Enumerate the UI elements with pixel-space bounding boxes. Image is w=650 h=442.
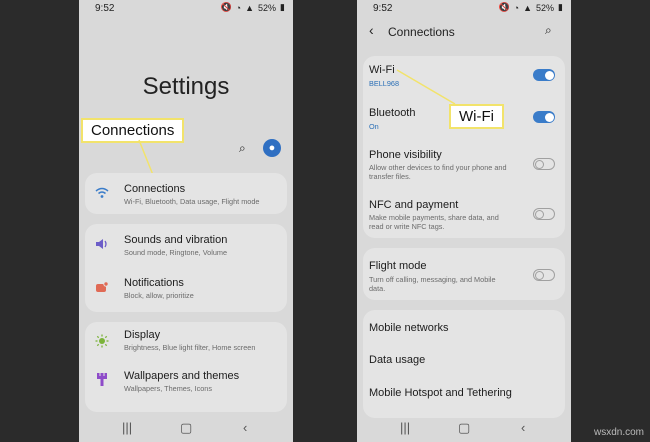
watermark: wsxdn.com xyxy=(593,427,644,438)
speaker-icon xyxy=(95,237,109,251)
wallpapers-sub: Wallpapers, Themes, Icons xyxy=(124,384,213,393)
home-button[interactable]: ▢ xyxy=(458,420,470,436)
settings-screen: 9:52 🔇 ◔ ▲ 52% ▮ Settings Connections ⌕ … xyxy=(79,0,293,442)
notification-icon xyxy=(95,280,109,294)
connections-card[interactable]: Connections Wi-Fi, Bluetooth, Data usage… xyxy=(85,173,287,214)
nav-bar: ||| ▢ ‹ xyxy=(357,414,571,442)
recents-button[interactable]: ||| xyxy=(122,420,132,435)
display-wallpapers-card: Display Brightness, Blue light filter, H… xyxy=(85,322,287,412)
search-icon[interactable]: ⌕ xyxy=(239,141,246,156)
sounds-notifications-card: Sounds and vibration Sound mode, Rington… xyxy=(85,224,287,312)
home-button[interactable]: ▢ xyxy=(180,420,192,436)
sounds-label[interactable]: Sounds and vibration xyxy=(124,234,227,246)
nav-bar: ||| ▢ ‹ xyxy=(79,414,293,442)
brush-icon xyxy=(95,373,109,387)
connections-sub: Wi-Fi, Bluetooth, Data usage, Flight mod… xyxy=(124,197,260,206)
display-label[interactable]: Display xyxy=(124,329,160,341)
back-button[interactable]: ‹ xyxy=(243,420,247,435)
connections-screen: 9:52 🔇 ◔ ▲ 52% ▮ ‹ Connections ⌕ Wi-Fi B… xyxy=(357,0,571,442)
sounds-sub: Sound mode, Ringtone, Volume xyxy=(124,248,228,257)
notifications-label[interactable]: Notifications xyxy=(124,277,184,289)
back-button[interactable]: ‹ xyxy=(521,420,525,435)
callout-pointer xyxy=(396,69,456,105)
recents-button[interactable]: ||| xyxy=(400,420,410,435)
wallpapers-label[interactable]: Wallpapers and themes xyxy=(124,370,239,382)
display-sub: Brightness, Blue light filter, Home scre… xyxy=(124,343,256,352)
wifi-icon xyxy=(95,186,109,200)
profile-avatar[interactable]: ● xyxy=(263,139,281,157)
connections-label: Connections xyxy=(124,183,186,195)
notifications-sub: Block, allow, prioritize xyxy=(124,291,194,300)
sun-icon xyxy=(95,334,109,348)
